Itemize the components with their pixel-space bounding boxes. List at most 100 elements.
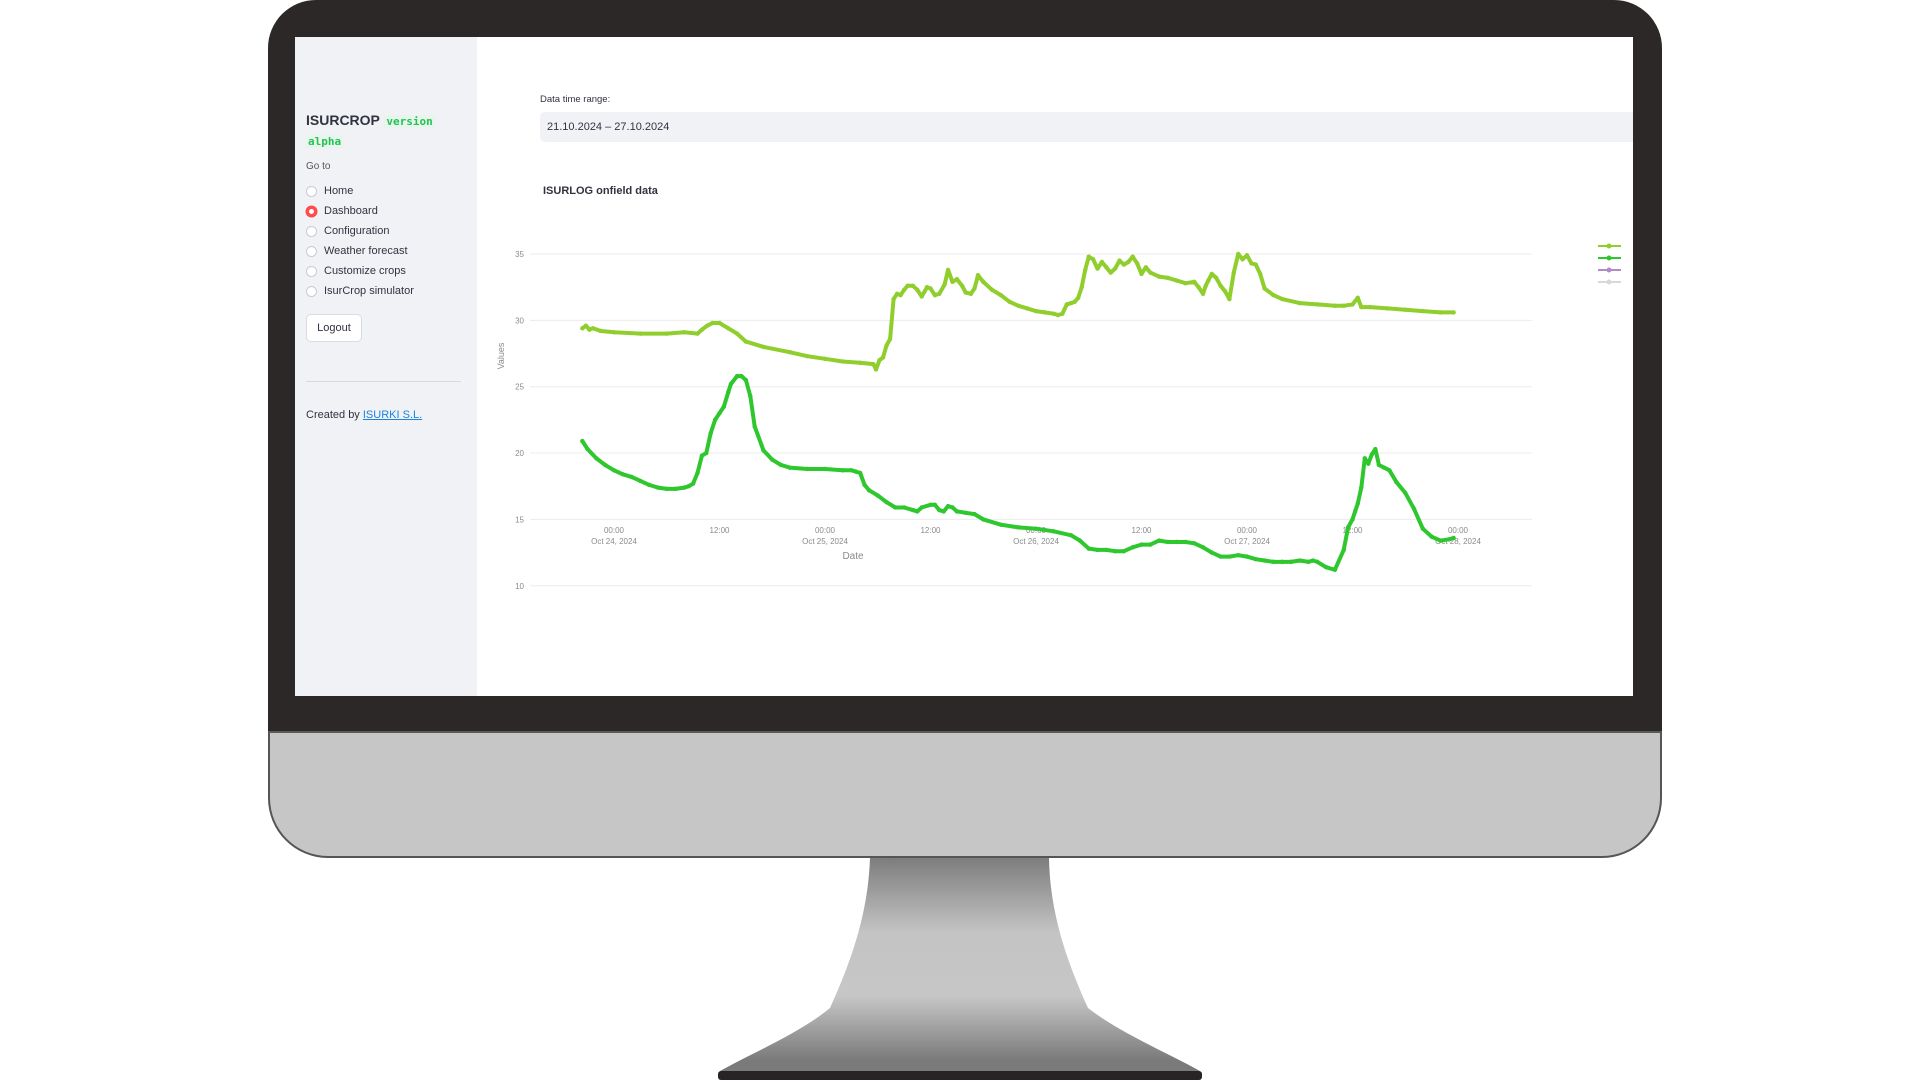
- data-point: [1209, 271, 1215, 277]
- data-point: [673, 486, 678, 492]
- data-point: [1271, 292, 1276, 298]
- data-point: [695, 331, 700, 336]
- data-point: [840, 468, 845, 473]
- data-point: [1279, 296, 1285, 302]
- data-point: [873, 367, 879, 372]
- data-point: [1297, 558, 1302, 563]
- data-point: [1076, 295, 1081, 300]
- data-point: [1095, 547, 1100, 553]
- data-point: [1196, 284, 1201, 290]
- data-point: [945, 503, 951, 509]
- data-point: [1007, 299, 1012, 304]
- data-point: [1077, 538, 1083, 543]
- data-point: [1156, 274, 1162, 279]
- data-point: [1244, 253, 1250, 258]
- data-point: [1086, 254, 1091, 259]
- data-point: [1271, 559, 1276, 565]
- data-point: [954, 277, 960, 282]
- data-point: [1192, 541, 1197, 546]
- data-point: [857, 360, 863, 366]
- data-point: [1117, 258, 1122, 263]
- data-point: [695, 470, 700, 476]
- data-point: [583, 323, 589, 328]
- y-tick-label: 10: [515, 582, 524, 591]
- data-point: [998, 292, 1004, 298]
- data-point: [580, 326, 585, 331]
- data-point: [840, 359, 845, 364]
- data-point: [704, 323, 710, 328]
- x-tick-date-label: Oct 25, 2024: [802, 537, 848, 546]
- data-point: [734, 373, 740, 379]
- x-tick-date-label: Oct 24, 2024: [591, 537, 637, 546]
- data-point: [580, 438, 585, 444]
- data-point: [770, 457, 775, 462]
- data-point: [932, 292, 938, 298]
- data-point: [1130, 254, 1135, 259]
- data-point: [1403, 307, 1408, 312]
- data-point: [981, 279, 986, 285]
- data-point: [1429, 534, 1434, 539]
- data-point: [1086, 546, 1091, 551]
- data-point: [1244, 554, 1250, 559]
- data-point: [1385, 306, 1390, 311]
- data-point: [585, 446, 590, 452]
- data-point: [1112, 549, 1118, 554]
- data-point: [1253, 557, 1258, 562]
- data-point: [664, 486, 669, 492]
- data-point: [884, 343, 889, 348]
- data-point: [963, 510, 968, 515]
- data-point: [1369, 452, 1375, 457]
- data-point: [1222, 288, 1228, 294]
- data-point: [739, 373, 744, 379]
- data-point: [1200, 545, 1206, 550]
- data-point: [1072, 299, 1077, 304]
- y-tick-label: 35: [515, 250, 524, 259]
- legend: [1598, 243, 1621, 285]
- data-point: [972, 511, 977, 517]
- data-point: [708, 430, 713, 436]
- data-point: [1447, 537, 1452, 542]
- data-point: [959, 283, 965, 289]
- data-point: [1174, 539, 1179, 545]
- data-point: [853, 469, 858, 474]
- data-point: [1451, 535, 1456, 541]
- data-point: [1345, 525, 1351, 530]
- data-point: [1355, 295, 1360, 300]
- data-point: [1249, 261, 1254, 266]
- data-point: [1227, 554, 1232, 559]
- data-point: [910, 507, 916, 513]
- legend-marker-2: [1606, 255, 1612, 261]
- legend-marker-4: [1606, 279, 1612, 285]
- data-point: [932, 502, 938, 508]
- data-point: [1121, 549, 1127, 554]
- data-point: [1350, 302, 1355, 307]
- data-point: [726, 389, 731, 395]
- data-point: [1055, 312, 1061, 318]
- data-point: [875, 493, 880, 498]
- data-point: [1203, 283, 1208, 289]
- data-point: [901, 505, 907, 510]
- data-point: [1104, 547, 1109, 553]
- data-point: [1165, 275, 1171, 281]
- data-point: [1134, 261, 1140, 266]
- data-point: [887, 336, 893, 342]
- data-point: [998, 522, 1004, 527]
- data-point: [1108, 270, 1113, 275]
- data-point: [590, 326, 596, 331]
- data-point: [1121, 262, 1127, 267]
- data-point: [1315, 302, 1320, 307]
- data-point: [1139, 271, 1144, 277]
- data-point: [910, 283, 916, 289]
- data-point: [1341, 303, 1346, 308]
- data-point: [748, 393, 753, 399]
- data-point: [877, 357, 882, 363]
- data-point: [1420, 308, 1426, 314]
- data-point: [1083, 267, 1088, 273]
- data-point: [1381, 465, 1387, 470]
- data-point: [1297, 300, 1302, 306]
- data-point: [1403, 490, 1408, 496]
- monitor-chin: [268, 731, 1662, 858]
- series-lines: [580, 251, 1456, 573]
- data-point: [945, 267, 951, 273]
- data-point: [1183, 280, 1188, 286]
